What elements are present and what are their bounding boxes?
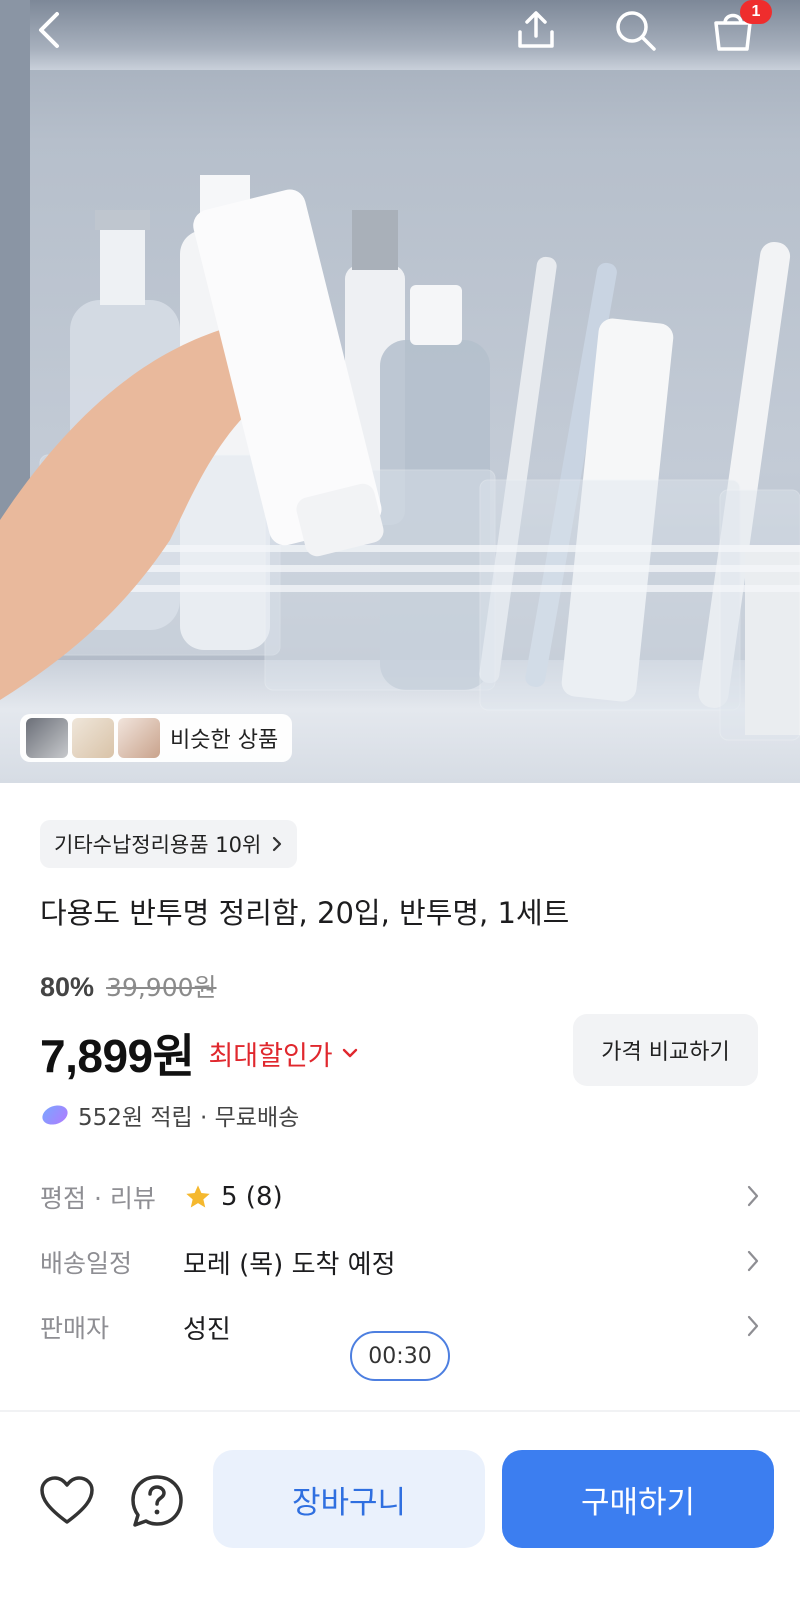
category-rank-chip[interactable]: 기타수납정리용품 10위 <box>40 820 298 868</box>
question-icon <box>131 1475 183 1527</box>
share-button[interactable] <box>508 2 564 58</box>
inquiry-button[interactable] <box>126 1470 188 1532</box>
back-button[interactable] <box>22 2 78 58</box>
search-button[interactable] <box>607 2 663 58</box>
similar-thumbnail <box>26 718 68 758</box>
rating-value: 5 (8) <box>221 1182 283 1212</box>
similar-thumbnail <box>72 718 114 758</box>
shipping-schedule-key: 배송일정 <box>40 1249 133 1278</box>
rating-review-row[interactable]: 평점 · 리뷰 5 (8) <box>40 1170 760 1224</box>
wishlist-button[interactable] <box>36 1470 98 1532</box>
buy-now-button[interactable]: 구매하기 <box>502 1450 774 1548</box>
price-compare-button[interactable]: 가격 비교하기 <box>573 1014 758 1086</box>
price-row: 7,899원 최대할인가 <box>40 1020 359 1086</box>
add-to-cart-button[interactable]: 장바구니 <box>213 1450 485 1548</box>
similar-products-label: 비슷한 상품 <box>170 728 279 753</box>
cart-count-badge: 1 <box>740 0 772 24</box>
search-icon <box>616 11 656 51</box>
similar-thumbnail <box>118 718 160 758</box>
star-icon <box>186 1185 210 1208</box>
shipping-schedule-row[interactable]: 배송일정 모레 (목) 도착 예정 <box>40 1235 760 1289</box>
product-title: 다용도 반투명 정리함, 20입, 반투명, 1세트 <box>40 896 570 930</box>
timer-badge: 00:30 <box>350 1331 450 1381</box>
seller-key: 판매자 <box>40 1314 110 1343</box>
seller-value: 성진 <box>183 1314 231 1345</box>
chevron-right-icon <box>273 836 282 852</box>
category-rank-label: 기타수납정리용품 10위 <box>54 833 262 857</box>
product-photo-illustration <box>0 175 800 741</box>
share-icon <box>518 11 554 48</box>
chevron-right-icon <box>747 1250 759 1272</box>
sale-price: 7,899원 <box>40 1030 195 1082</box>
chevron-right-icon <box>747 1315 759 1337</box>
reward-coin-icon <box>42 1105 68 1125</box>
rating-review-key: 평점 · 리뷰 <box>40 1184 156 1213</box>
discount-rate: 80% <box>40 972 95 1002</box>
max-discount-toggle[interactable]: 최대할인가 <box>208 1034 358 1073</box>
section-divider <box>0 1410 800 1412</box>
heart-icon <box>40 1476 94 1524</box>
chevron-left-icon <box>39 12 59 48</box>
reward-shipping-text: 552원 적립 · 무료배송 <box>78 1105 300 1131</box>
chevron-down-icon <box>342 1048 357 1058</box>
discount-row: 80% 39,900원 <box>40 968 217 1004</box>
max-discount-label: 최대할인가 <box>208 1040 333 1072</box>
product-image[interactable]: 1 비슷한 상품 <box>0 0 800 783</box>
shipping-schedule-value: 모레 (목) 도착 예정 <box>183 1249 396 1280</box>
similar-products-button[interactable]: 비슷한 상품 <box>20 714 293 762</box>
chevron-right-icon <box>747 1185 759 1207</box>
reward-shipping-row: 552원 적립 · 무료배송 <box>40 1098 299 1132</box>
original-price: 39,900원 <box>106 973 217 1002</box>
